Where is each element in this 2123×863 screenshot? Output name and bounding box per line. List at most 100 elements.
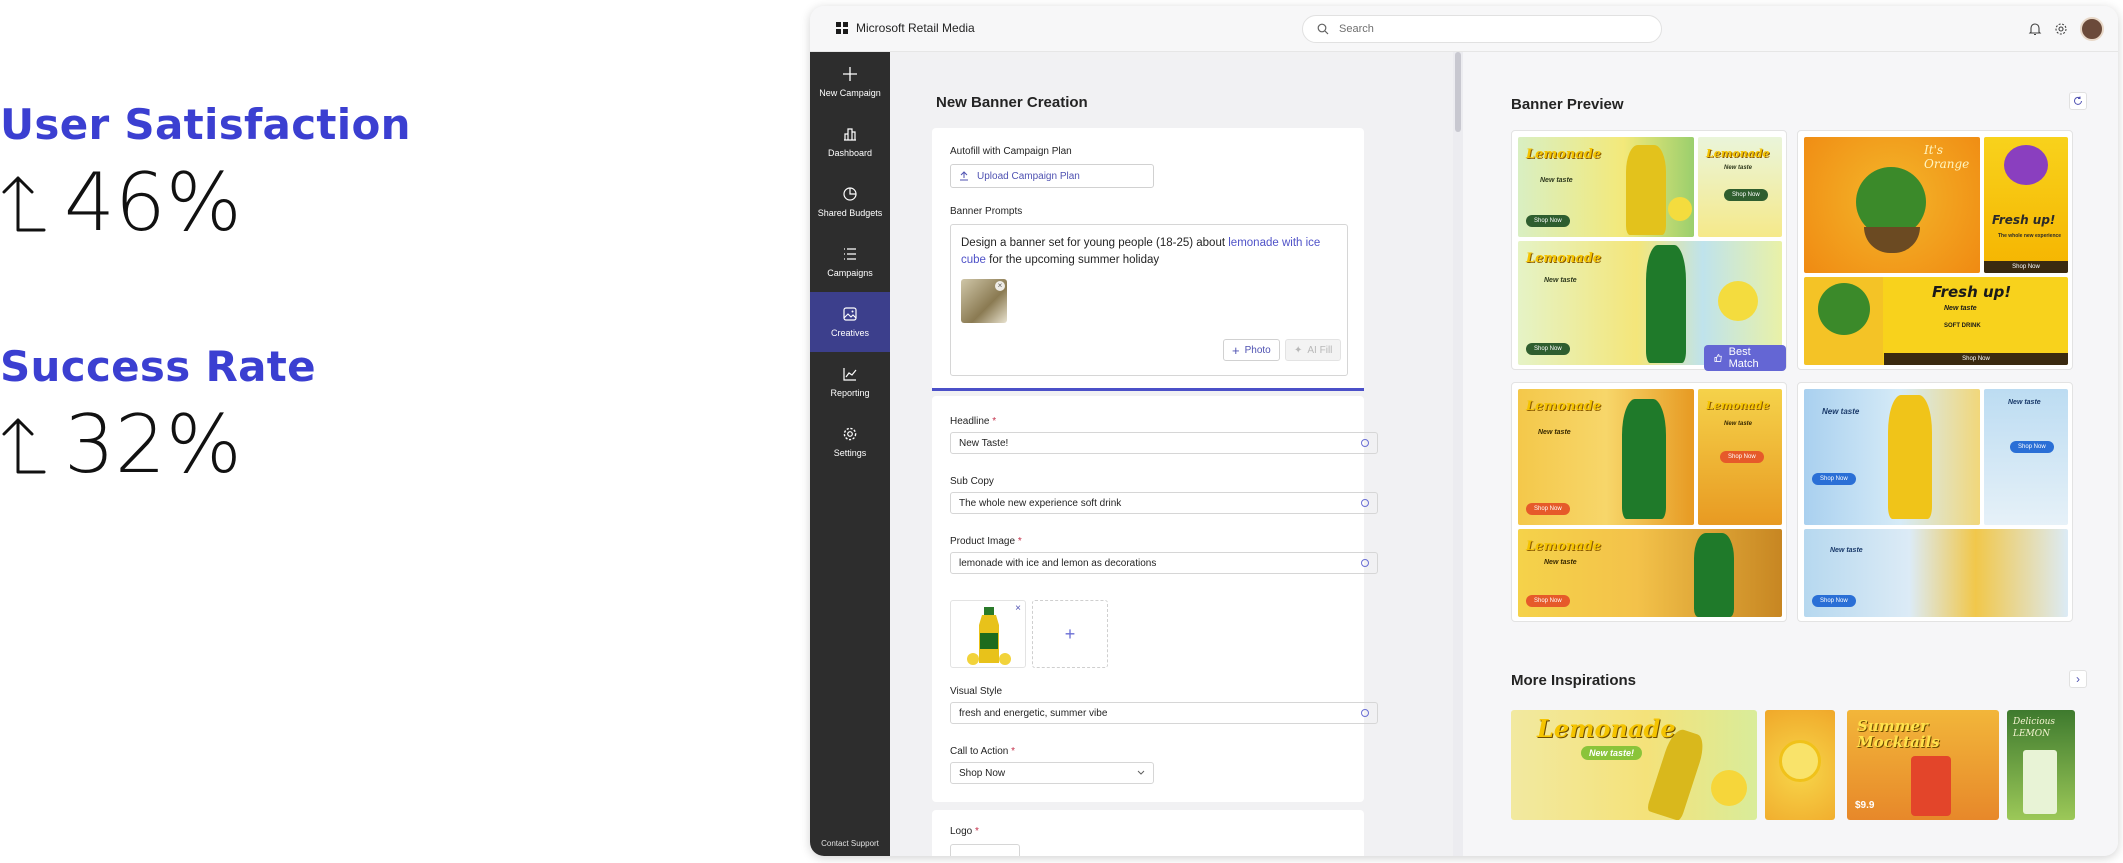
banner-preview[interactable]: New taste Shop Now — [1984, 389, 2068, 525]
banner-subhead: The whole new experience — [1998, 233, 2062, 239]
product-image-thumbnail[interactable]: × — [950, 600, 1026, 668]
banner-set-4[interactable]: New taste Shop Now New taste Shop Now Ne… — [1797, 382, 2073, 622]
best-match-badge[interactable]: Best Match — [1704, 345, 1786, 371]
visual-style-value: fresh and energetic, summer vibe — [959, 707, 1108, 719]
lemon-shape — [1711, 770, 1747, 806]
prompt-text: Design a banner set for young people (18… — [961, 237, 1229, 249]
search-input[interactable]: Search — [1302, 15, 1662, 43]
banner-headline: Lemonade — [1526, 399, 1602, 414]
upload-campaign-plan-button[interactable]: Upload Campaign Plan — [950, 164, 1154, 188]
pie-chart-icon — [843, 187, 857, 201]
panel-divider — [1453, 52, 1463, 856]
sidebar-item-shared-budgets[interactable]: Shared Budgets — [810, 172, 890, 232]
sidebar-item-label: Dashboard — [827, 148, 873, 158]
sidebar-item-settings[interactable]: Settings — [810, 412, 890, 472]
banner-preview[interactable]: Lemonade New taste Shop Now — [1698, 137, 1782, 237]
tree-shape — [1818, 283, 1870, 335]
banner-set-3[interactable]: Lemonade New taste Shop Now Lemonade New… — [1511, 382, 1787, 622]
search-icon — [1317, 23, 1329, 35]
remove-image-icon[interactable]: × — [1015, 603, 1021, 614]
top-bar: Microsoft Retail Media Search — [810, 6, 2118, 52]
next-button[interactable]: › — [2069, 670, 2087, 688]
line-chart-icon — [843, 368, 857, 381]
banner-set-2[interactable]: It's Orange Fresh up! The whole new expe… — [1797, 130, 2073, 370]
banner-headline: Lemonade — [1706, 147, 1770, 160]
banner-preview[interactable]: Fresh up! The whole new experience Shop … — [1984, 137, 2068, 273]
chevron-down-icon — [1137, 770, 1145, 775]
contact-support-link[interactable]: Contact Support — [810, 839, 890, 848]
visual-style-label: Visual Style — [950, 686, 1003, 697]
banner-preview[interactable]: Lemonade New taste Shop Now — [1518, 389, 1694, 525]
bell-icon[interactable] — [2028, 22, 2042, 36]
sidebar-item-creatives[interactable]: Creatives — [810, 292, 890, 352]
page-title: New Banner Creation — [936, 94, 1088, 111]
banner-cta: Shop Now — [2010, 441, 2054, 453]
sidebar-item-new-campaign[interactable]: New Campaign — [810, 52, 890, 112]
ai-fill-button[interactable]: ✦ AI Fill — [1285, 339, 1342, 361]
banner-preview[interactable]: Lemonade New taste Shop Now — [1518, 137, 1694, 237]
banner-headline: Lemonade — [1526, 147, 1602, 162]
search-placeholder: Search — [1339, 23, 1374, 35]
avatar[interactable] — [2080, 17, 2104, 41]
logo-input[interactable] — [950, 844, 1020, 856]
banner-preview[interactable]: Fresh up! New taste SOFT DRINK Shop Now — [1804, 277, 2068, 365]
ai-assist-icon[interactable] — [1361, 439, 1369, 447]
banner-preview[interactable]: Lemonade New taste Shop Now — [1698, 389, 1782, 525]
sidebar-item-label: New Campaign — [819, 88, 881, 98]
banner-preview[interactable]: It's Orange — [1804, 137, 1980, 273]
subcopy-label: Sub Copy — [950, 476, 994, 487]
app-name: Microsoft Retail Media — [856, 21, 975, 35]
inspiration-headline: Delicious LEMON — [2013, 717, 2056, 739]
plus-icon — [843, 67, 857, 81]
logo-card: Logo * — [932, 810, 1364, 856]
sidebar-item-label: Campaigns — [827, 268, 873, 278]
headline-input[interactable]: New Taste! — [950, 432, 1378, 454]
remove-attachment-icon[interactable]: × — [995, 281, 1005, 291]
ai-assist-icon[interactable] — [1361, 709, 1369, 717]
scrollbar-thumb[interactable] — [1455, 52, 1461, 132]
inspiration-headline: Lemonade — [1537, 714, 1676, 743]
banner-set-1[interactable]: Lemonade New taste Shop Now Lemonade New… — [1511, 130, 1787, 371]
prompts-label: Banner Prompts — [950, 206, 1023, 217]
banner-subhead: New taste — [1724, 421, 1753, 427]
metric-user-satisfaction: User Satisfaction 46% — [0, 100, 411, 243]
metric-title: Success Rate — [0, 342, 316, 391]
headline-value: New Taste! — [959, 437, 1009, 449]
banner-headline: New taste — [1830, 547, 1863, 554]
product-image-input[interactable]: lemonade with ice and lemon as decoratio… — [950, 552, 1378, 574]
inspiration-lemon-slices[interactable] — [1765, 710, 1835, 820]
inspiration-price: $9.9 — [1855, 800, 1875, 811]
subcopy-input[interactable]: The whole new experience soft drink — [950, 492, 1378, 514]
ai-assist-icon[interactable] — [1361, 559, 1369, 567]
banner-preview[interactable]: New taste Shop Now — [1804, 529, 2068, 617]
sidebar-item-dashboard[interactable]: Dashboard — [810, 112, 890, 172]
prompt-textarea[interactable]: Design a banner set for young people (18… — [950, 224, 1348, 376]
banner-headline: New taste — [1822, 407, 1860, 416]
bottle-shape — [1694, 533, 1734, 617]
gear-icon[interactable] — [2054, 22, 2068, 36]
inspiration-delicious-lemon[interactable]: Delicious LEMON — [2007, 710, 2075, 820]
inspiration-summer-mocktails[interactable]: Summer Mocktails $9.9 — [1847, 710, 1999, 820]
mascot-shape — [2004, 145, 2048, 185]
photo-label: Photo — [1244, 344, 1271, 356]
plus-icon: + — [1232, 342, 1240, 358]
photo-button[interactable]: + Photo — [1223, 339, 1280, 361]
banner-preview[interactable]: Lemonade New taste Shop Now — [1518, 529, 1782, 617]
ai-assist-icon[interactable] — [1361, 499, 1369, 507]
banner-cta: Shop Now — [1526, 215, 1570, 227]
prompt-attachment-thumbnail[interactable]: × — [961, 279, 1007, 323]
inspiration-lemonade[interactable]: Lemonade New taste! — [1511, 710, 1757, 820]
banner-subhead: New taste — [1544, 559, 1577, 566]
sidebar-item-campaigns[interactable]: Campaigns — [810, 232, 890, 292]
visual-style-input[interactable]: fresh and energetic, summer vibe — [950, 702, 1378, 724]
sidebar-item-reporting[interactable]: Reporting — [810, 352, 890, 412]
arrow-up-icon — [2, 418, 46, 474]
banner-cta: Shop Now — [1526, 595, 1570, 607]
banner-subhead: New taste — [1724, 165, 1753, 171]
brand[interactable]: Microsoft Retail Media — [836, 21, 975, 35]
cta-select[interactable]: Shop Now — [950, 762, 1154, 784]
refresh-button[interactable] — [2069, 92, 2087, 110]
banner-preview[interactable]: New taste Shop Now — [1804, 389, 1980, 525]
add-image-button[interactable]: + — [1032, 600, 1108, 668]
banner-tagline: SOFT DRINK — [1944, 323, 1981, 329]
